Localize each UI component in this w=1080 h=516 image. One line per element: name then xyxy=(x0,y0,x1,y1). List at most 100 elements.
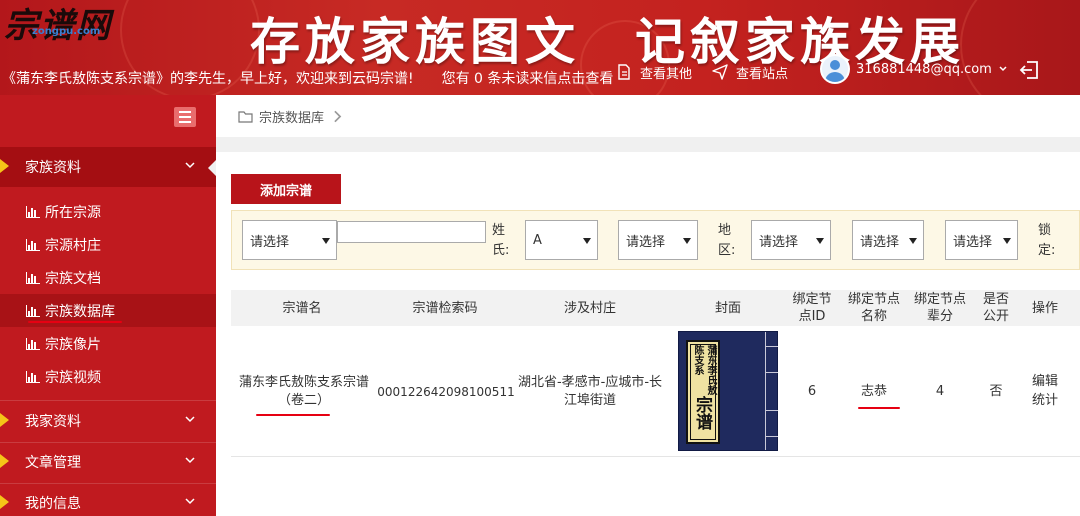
active-notch xyxy=(208,160,216,176)
arrow-icon xyxy=(0,454,9,468)
col-header-node-gen: 绑定节点辈分 xyxy=(913,292,966,324)
region-label: 地区: xyxy=(718,223,736,258)
cover-image[interactable]: 蒲东李氏敖陈支系 宗谱 xyxy=(678,331,778,451)
sidebar-toggle-icon[interactable] xyxy=(174,107,196,127)
sidebar-item-documents[interactable]: 宗族文档 xyxy=(0,261,216,294)
sidebar-group-my-info[interactable]: 我的信息 xyxy=(0,483,216,516)
active-arrow-icon xyxy=(0,159,9,173)
view-other-link[interactable]: 查看其他 xyxy=(616,62,692,82)
col-header-code: 宗谱检索码 xyxy=(412,300,478,316)
annotation-underline xyxy=(256,414,330,416)
keyword-input[interactable] xyxy=(337,221,486,243)
select-value: 请选择 xyxy=(860,234,900,250)
city-select[interactable]: 请选择 xyxy=(852,220,924,260)
caret-down-icon xyxy=(683,238,691,244)
col-header-public: 是否公开 xyxy=(982,292,1009,324)
sidebar-group-my-family[interactable]: 我家资料 xyxy=(0,401,216,441)
breadcrumb-current[interactable]: 宗族数据库 xyxy=(259,107,324,126)
bar-chart-icon xyxy=(26,238,40,251)
add-genealogy-button[interactable]: 添加宗谱 xyxy=(231,174,341,204)
cover-stitch xyxy=(765,346,778,347)
row-edit-link[interactable]: 编辑 xyxy=(1028,372,1062,392)
sidebar-item-source[interactable]: 所在宗源 xyxy=(0,195,216,228)
surname-select[interactable]: A xyxy=(525,220,598,260)
chevron-down-icon xyxy=(185,162,195,169)
select-value: A xyxy=(533,232,542,248)
col-header-name: 宗谱名 xyxy=(282,300,322,316)
col-header-node-name: 绑定节点名称 xyxy=(847,292,900,324)
row-divider xyxy=(231,456,1080,457)
user-avatar xyxy=(820,54,850,84)
row-stats-link[interactable]: 统计 xyxy=(1028,391,1062,411)
row-search-code: 000122642098100511 xyxy=(377,385,515,399)
sidebar-item-label: 宗族像片 xyxy=(45,336,101,353)
bar-chart-icon xyxy=(26,337,40,350)
document-icon xyxy=(618,64,630,80)
caret-down-icon xyxy=(322,238,330,244)
site-logo-sub: zongpu.com xyxy=(32,26,101,37)
annotation-underline xyxy=(858,407,900,409)
user-email: 316881448@qq.com xyxy=(856,61,992,77)
view-site-link[interactable]: 查看站点 xyxy=(712,62,788,82)
chevron-right-icon xyxy=(334,110,342,122)
view-other-label: 查看其他 xyxy=(640,66,693,82)
sidebar-item-label: 宗族数据库 xyxy=(45,303,115,320)
arrow-icon xyxy=(0,413,9,427)
select-value: 请选择 xyxy=(953,234,993,250)
sidebar-item-label: 宗族视频 xyxy=(45,369,101,386)
bar-chart-icon xyxy=(26,271,40,284)
district-select[interactable]: 请选择 xyxy=(945,220,1018,260)
sidebar-group-family-info[interactable]: 家族资料 xyxy=(0,147,216,187)
content-panel xyxy=(216,152,1080,516)
sidebar-item-label: 宗族文档 xyxy=(45,270,101,287)
caret-down-icon xyxy=(1003,238,1011,244)
bar-chart-icon xyxy=(26,304,40,317)
user-menu[interactable]: 316881448@qq.com xyxy=(820,54,1008,84)
select-value: 请选择 xyxy=(250,234,290,250)
col-header-cover: 封面 xyxy=(714,300,741,316)
select-value: 请选择 xyxy=(626,234,666,250)
filter-select-2[interactable]: 请选择 xyxy=(618,220,698,260)
sidebar-group-articles[interactable]: 文章管理 xyxy=(0,442,216,482)
select-value: 请选择 xyxy=(759,234,799,250)
send-icon xyxy=(712,64,728,80)
sidebar-item-label: 宗源村庄 xyxy=(45,237,101,254)
caret-down-icon xyxy=(909,238,917,244)
sidebar: 家族资料 所在宗源 宗源村庄 宗族文档 宗族数据库 宗族像片 宗族视频 我家资料… xyxy=(0,95,216,516)
cover-label: 蒲东李氏敖陈支系 宗谱 xyxy=(686,340,720,444)
caret-down-icon xyxy=(816,238,824,244)
bar-chart-icon xyxy=(26,205,40,218)
logout-icon[interactable] xyxy=(1018,58,1042,82)
row-node-id: 6 xyxy=(807,384,817,399)
bar-chart-icon xyxy=(26,370,40,383)
col-header-village: 涉及村庄 xyxy=(563,300,616,316)
chevron-down-icon xyxy=(185,457,195,464)
sidebar-group-label: 我的信息 xyxy=(25,496,81,512)
row-node-name: 志恭 xyxy=(860,384,887,399)
cover-stitch xyxy=(765,372,778,373)
site-logo[interactable]: 宗谱网 xyxy=(4,0,112,47)
row-genealogy-name[interactable]: 蒲东李氏敖陈支系宗谱（卷二） xyxy=(236,372,372,412)
cover-stitch xyxy=(765,436,778,437)
col-header-ops: 操作 xyxy=(1031,300,1058,316)
category-select[interactable]: 请选择 xyxy=(242,220,337,260)
caret-down-icon xyxy=(583,238,591,244)
province-select[interactable]: 请选择 xyxy=(751,220,831,260)
sidebar-item-photos[interactable]: 宗族像片 xyxy=(0,327,216,360)
folder-icon xyxy=(238,110,253,123)
annotation-underline xyxy=(28,321,122,323)
sidebar-item-village[interactable]: 宗源村庄 xyxy=(0,228,216,261)
sidebar-group-label: 文章管理 xyxy=(25,455,81,471)
sidebar-item-label: 所在宗源 xyxy=(45,204,101,221)
sidebar-item-videos[interactable]: 宗族视频 xyxy=(0,360,216,393)
sidebar-group-label: 家族资料 xyxy=(25,160,81,176)
cover-title: 蒲东李氏敖陈支系 xyxy=(692,345,716,395)
welcome-message[interactable]: 《蒲东李氏敖陈支系宗谱》的李先生，早上好，欢迎来到云码宗谱! 您有 0 条未读来… xyxy=(2,68,613,88)
col-header-node-id: 绑定节点ID xyxy=(792,292,832,324)
view-site-label: 查看站点 xyxy=(736,66,789,82)
chevron-down-icon xyxy=(185,416,195,423)
sidebar-group-label: 我家资料 xyxy=(25,414,81,430)
header-banner: 宗谱网 zongpu.com 存放家族图文 记叙家族发展 《蒲东李氏敖陈支系宗谱… xyxy=(0,0,1080,95)
row-village: 湖北省-孝感市-应城市-长江埠街道 xyxy=(517,375,663,408)
cover-stitch xyxy=(765,410,778,411)
